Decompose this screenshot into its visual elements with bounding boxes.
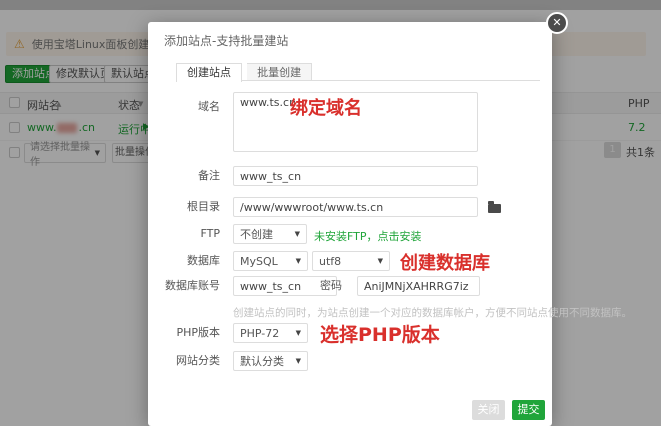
category-select[interactable]: 默认分类 ▼: [233, 351, 308, 371]
submit-button[interactable]: 提交: [512, 400, 545, 420]
caret-down-icon: ▼: [295, 257, 301, 265]
php-version-value: PHP-72: [240, 326, 280, 340]
db-password-label: 密码: [320, 279, 342, 292]
category-value: 默认分类: [240, 355, 284, 368]
close-button[interactable]: 关闭: [472, 400, 505, 420]
php-version-label: PHP版本: [176, 326, 220, 339]
note-label: 备注: [198, 169, 220, 182]
php-annotation: 选择PHP版本: [320, 324, 440, 346]
database-label: 数据库: [187, 254, 220, 267]
caret-down-icon: ▼: [295, 357, 301, 365]
note-input[interactable]: [233, 166, 478, 186]
category-label: 网站分类: [176, 354, 220, 367]
root-row: 根目录: [148, 197, 552, 217]
db-account-row: 数据库账号 密码: [148, 276, 552, 296]
php-version-select[interactable]: PHP-72 ▼: [233, 323, 308, 343]
note-row: 备注: [148, 166, 552, 186]
db-account-label: 数据库账号: [165, 279, 220, 292]
database-engine-value: MySQL: [240, 254, 278, 268]
add-site-modal: ✕ 添加站点-支持批量建站 创建站点 批量创建 域名 www.ts.cn 绑定域…: [148, 12, 632, 426]
db-hint-text: 创建站点的同时，为站点创建一个对应的数据库帐户，方便不同站点使用不同数据库。: [233, 307, 632, 319]
ftp-row: FTP 不创建 ▼ 未安装FTP，点击安装: [148, 224, 552, 244]
ftp-label: FTP: [200, 227, 221, 240]
database-annotation: 创建数据库: [400, 253, 490, 274]
root-label: 根目录: [187, 200, 220, 213]
close-icon[interactable]: ✕: [546, 12, 568, 34]
db-password-input[interactable]: [357, 276, 480, 296]
modal-title: 添加站点-支持批量建站: [164, 34, 289, 48]
screen: ⚠ 使用宝塔Linux面板创建站点时会自动 添加站点 修改默认页 默认站点 网站…: [0, 0, 661, 426]
tab-batch-create[interactable]: 批量创建: [247, 63, 313, 81]
domain-textarea[interactable]: www.ts.cn: [233, 92, 478, 152]
domain-label: 域名: [198, 100, 220, 113]
root-input[interactable]: [233, 197, 478, 217]
database-charset-value: utf8: [319, 254, 342, 268]
caret-down-icon: ▼: [294, 230, 300, 238]
caret-down-icon: ▼: [295, 329, 301, 337]
tab-create-site[interactable]: 创建站点: [176, 63, 242, 82]
category-row: 网站分类 默认分类 ▼: [148, 351, 552, 371]
modal-tabs: 创建站点 批量创建: [176, 63, 540, 82]
database-charset-select[interactable]: utf8 ▼: [312, 251, 390, 271]
ftp-select[interactable]: 不创建 ▼: [233, 224, 307, 244]
domain-row: 域名 www.ts.cn 绑定域名: [148, 92, 552, 152]
install-ftp-link[interactable]: 未安装FTP，点击安装: [314, 228, 422, 244]
php-version-row: PHP版本 PHP-72 ▼ 选择PHP版本: [148, 323, 552, 346]
ftp-select-value: 不创建: [240, 228, 273, 241]
database-row: 数据库 MySQL ▼ utf8 ▼ 创建数据库: [148, 251, 552, 274]
database-engine-select[interactable]: MySQL ▼: [233, 251, 308, 271]
caret-down-icon: ▼: [377, 257, 383, 265]
folder-icon[interactable]: [488, 201, 501, 213]
